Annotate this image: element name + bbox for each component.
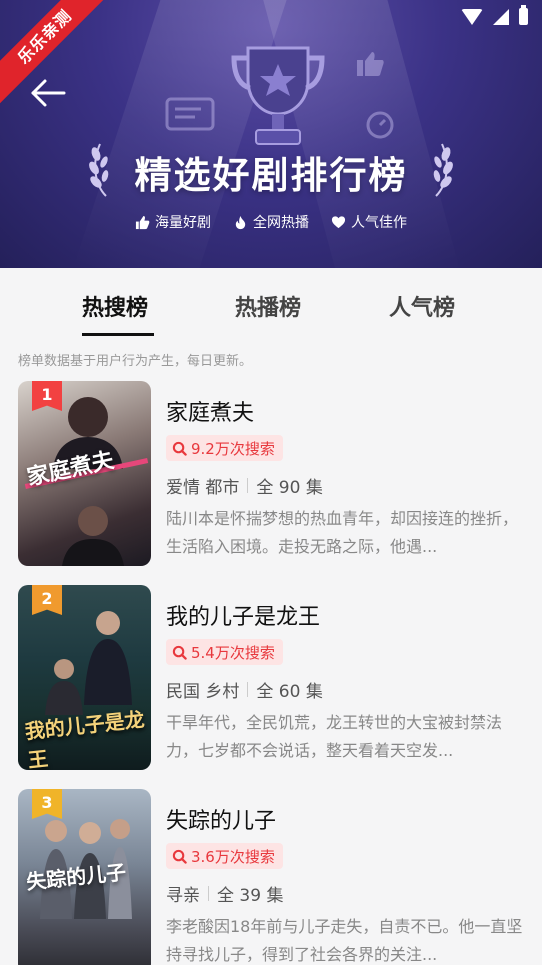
drama-description: 陆川本是怀揣梦想的热血青年，却因接连的挫折，生活陷入困境。走投无路之际，他遇..… [166,509,519,556]
page-title: 精选好剧排行榜 [134,154,408,197]
clock-icon [366,111,394,139]
tag-label: 海量好剧 [155,215,211,231]
tag-item: 海量好剧 [135,212,211,232]
header-banner: 精选好剧排行榜 海量好剧 全网热播 人气佳作 [0,0,542,268]
actor-silhouette [45,659,83,715]
drama-title: 家庭煮夫 [166,401,255,426]
fire-icon [235,215,246,229]
ranking-tabs: 热搜榜 热播榜 人气榜 [0,268,542,338]
episode-count: 全 60 集 [256,682,323,702]
poster-title: 我的儿子是龙王 [23,707,146,770]
genre: 民国 乡村 [166,682,240,702]
drama-title: 失踪的儿子 [166,809,277,834]
search-count-badge: 3.6万次搜索 [166,843,283,869]
thumb-deco-icon [357,52,384,76]
search-icon [172,441,187,456]
trophy-icon [231,46,325,145]
drama-meta: 寻亲 全 39 集 [166,881,283,906]
divider [208,886,209,901]
battery-icon [519,5,528,25]
wifi-icon [461,8,483,25]
status-bar [461,5,528,25]
tag-item: 人气佳作 [331,212,407,232]
drama-meta: 民国 乡村 全 60 集 [166,677,323,702]
divider [247,478,249,493]
tag-item: 全网热播 [233,212,309,232]
tab-hot-search[interactable]: 热搜榜 [82,290,148,322]
back-arrow-icon[interactable] [30,78,66,108]
tag-label: 人气佳作 [351,215,407,231]
list-item[interactable]: 家庭煮夫 1 家庭煮夫 9.2万次搜索 爱情 都市 全 90 集 陆川本是怀揣梦… [18,381,542,569]
drama-description: 李老酸因18年前与儿子走失，自责不已。他一直坚持寻找儿子，得到了社会各界的关注.… [166,917,523,964]
search-count: 9.2万次搜索 [191,439,275,458]
search-count: 5.4万次搜索 [191,643,275,662]
search-count-badge: 5.4万次搜索 [166,639,283,665]
list-item[interactable]: 失踪的儿子 3 失踪的儿子 3.6万次搜索 寻亲 全 39 集 李老酸因18年前… [18,789,542,965]
tab-popular[interactable]: 人气榜 [389,290,455,322]
tag-label: 全网热播 [253,215,309,231]
heart-icon [331,215,346,228]
drama-title: 我的儿子是龙王 [166,605,321,630]
episode-count: 全 90 集 [256,478,323,498]
search-icon [172,645,187,660]
active-tab-indicator [82,333,154,336]
ticket-icon [165,97,215,131]
genre: 爱情 都市 [166,478,240,498]
drama-meta: 爱情 都市 全 90 集 [166,473,323,498]
search-count: 3.6万次搜索 [191,847,275,866]
header-tags: 海量好剧 全网热播 人气佳作 [0,212,542,232]
ranking-note: 榜单数据基于用户行为产生，每日更新。 [18,354,253,369]
tab-hot-play[interactable]: 热播榜 [235,290,301,322]
thumbs-up-icon [135,215,150,229]
list-item[interactable]: 我的儿子是龙王 2 我的儿子是龙王 5.4万次搜索 民国 乡村 全 60 集 干… [18,585,542,773]
episode-count: 全 39 集 [217,886,284,906]
search-count-badge: 9.2万次搜索 [166,435,283,461]
actor-silhouette [62,506,124,566]
genre: 寻亲 [166,886,200,906]
drama-description: 干旱年代，全民饥荒，龙王转世的大宝被封禁法力，七岁都不会说话，整天看着天空发..… [166,713,503,760]
poster-title: 家庭煮夫 [24,448,117,491]
divider [247,682,249,697]
actor-silhouette [84,611,132,705]
search-icon [172,849,187,864]
signal-icon [493,8,509,25]
